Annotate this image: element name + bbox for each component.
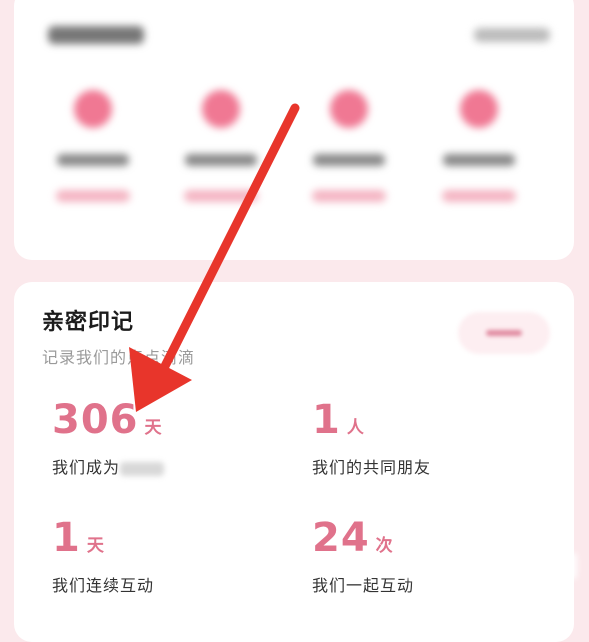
annotation-arrow-icon [129,103,300,412]
